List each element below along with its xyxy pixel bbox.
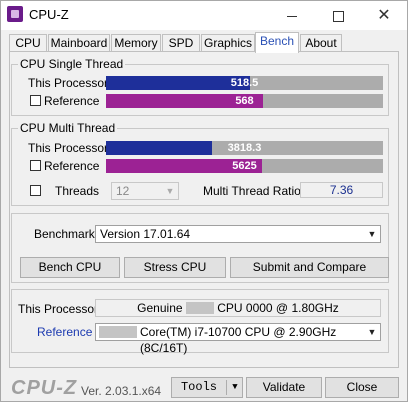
benchmark-label: Benchmark — [34, 227, 95, 241]
single-thread-title: CPU Single Thread — [18, 57, 126, 71]
tools-label: Tools — [180, 380, 217, 394]
maximize-button[interactable] — [315, 1, 361, 30]
window-title: CPU-Z — [29, 7, 69, 22]
chevron-down-icon: ▼ — [367, 229, 377, 239]
validate-button[interactable]: Validate — [246, 377, 322, 398]
multi-ref-label: Reference — [44, 159, 100, 173]
tab-graphics[interactable]: Graphics — [201, 34, 255, 52]
cpuz-window: CPU-Z ✕ CPU Mainboard Memory SPD Graphic… — [0, 0, 408, 402]
processor-group: This Processor Genuine CPU 0000 @ 1.80GH… — [11, 289, 389, 355]
threads-value: 12 — [116, 184, 130, 198]
multi-ref-value: 5625 — [232, 160, 257, 172]
redacted-block — [99, 326, 137, 338]
this-processor-prefix: Genuine — [137, 301, 183, 315]
cpuz-app-icon — [7, 6, 23, 22]
submit-compare-button[interactable]: Submit and Compare — [230, 257, 389, 278]
threads-checkbox[interactable] — [30, 185, 41, 196]
single-this-value: 518.5 — [230, 77, 259, 89]
chevron-down-icon: ▼ — [165, 186, 175, 196]
single-thread-group: CPU Single Thread This Processor 518.5 R… — [11, 57, 389, 116]
multi-reference-checkbox[interactable] — [30, 160, 41, 171]
reference-processor-label: Reference — [37, 325, 93, 339]
close-window-button[interactable]: ✕ — [361, 1, 407, 30]
ratio-label: Multi Thread Ratio — [203, 184, 301, 198]
tab-spd[interactable]: SPD — [162, 34, 200, 52]
maximize-icon — [332, 10, 344, 22]
chevron-down-icon[interactable]: ▼ — [228, 378, 242, 397]
chevron-down-icon: ▼ — [367, 327, 377, 337]
reference-processor-value: Core(TM) i7-10700 CPU @ 2.90GHz (8C/16T) — [140, 325, 337, 355]
close-icon: ✕ — [377, 7, 391, 24]
threads-select[interactable]: 12 ▼ — [111, 182, 179, 200]
multi-ref-bar: 5625 — [106, 159, 383, 173]
multi-this-label: This Processor — [28, 141, 109, 155]
close-button[interactable]: Close — [325, 377, 399, 398]
stress-cpu-button[interactable]: Stress CPU — [124, 257, 226, 278]
tab-about[interactable]: About — [300, 34, 342, 52]
title-bar: CPU-Z ✕ — [1, 1, 407, 30]
threads-label: Threads — [55, 184, 100, 198]
single-ref-value: 568 — [235, 95, 254, 107]
cpuz-logo: CPU-Z — [11, 377, 78, 399]
version-text: Ver. 2.03.1.x64 — [81, 384, 162, 398]
benchmark-version-value: Version 17.01.64 — [100, 227, 191, 241]
tools-separator — [226, 380, 227, 395]
tab-bench[interactable]: Bench — [255, 32, 299, 53]
this-processor-field: Genuine CPU 0000 @ 1.80GHz — [95, 299, 381, 317]
minimize-icon — [287, 15, 297, 17]
single-reference-checkbox[interactable] — [30, 95, 41, 106]
tab-mainboard[interactable]: Mainboard — [48, 34, 110, 52]
redacted-block — [185, 302, 214, 314]
benchmark-version-select[interactable]: Version 17.01.64 ▼ — [95, 225, 381, 243]
minimize-button[interactable] — [269, 1, 315, 30]
benchmark-group: Benchmark Version 17.01.64 ▼ Bench CPU S… — [11, 213, 389, 283]
this-processor-label: This Processor — [18, 302, 99, 316]
this-processor-suffix: CPU 0000 @ 1.80GHz — [217, 301, 339, 315]
multi-thread-group: CPU Multi Thread This Processor 3818.3 R… — [11, 121, 389, 206]
single-ref-label: Reference — [44, 94, 100, 108]
multi-thread-title: CPU Multi Thread — [18, 121, 118, 135]
multi-this-value: 3818.3 — [227, 142, 262, 154]
multi-this-bar: 3818.3 — [106, 141, 383, 155]
single-ref-bar: 568 — [106, 94, 383, 108]
reference-processor-select[interactable]: Core(TM) i7-10700 CPU @ 2.90GHz (8C/16T)… — [95, 323, 381, 355]
ratio-value: 7.36 — [300, 182, 383, 198]
tab-memory[interactable]: Memory — [111, 34, 161, 52]
single-this-label: This Processor — [28, 76, 109, 90]
tools-button[interactable]: Tools ▼ — [171, 377, 243, 398]
bench-cpu-button[interactable]: Bench CPU — [20, 257, 120, 278]
tab-cpu[interactable]: CPU — [9, 34, 47, 52]
single-this-bar: 518.5 — [106, 76, 383, 90]
